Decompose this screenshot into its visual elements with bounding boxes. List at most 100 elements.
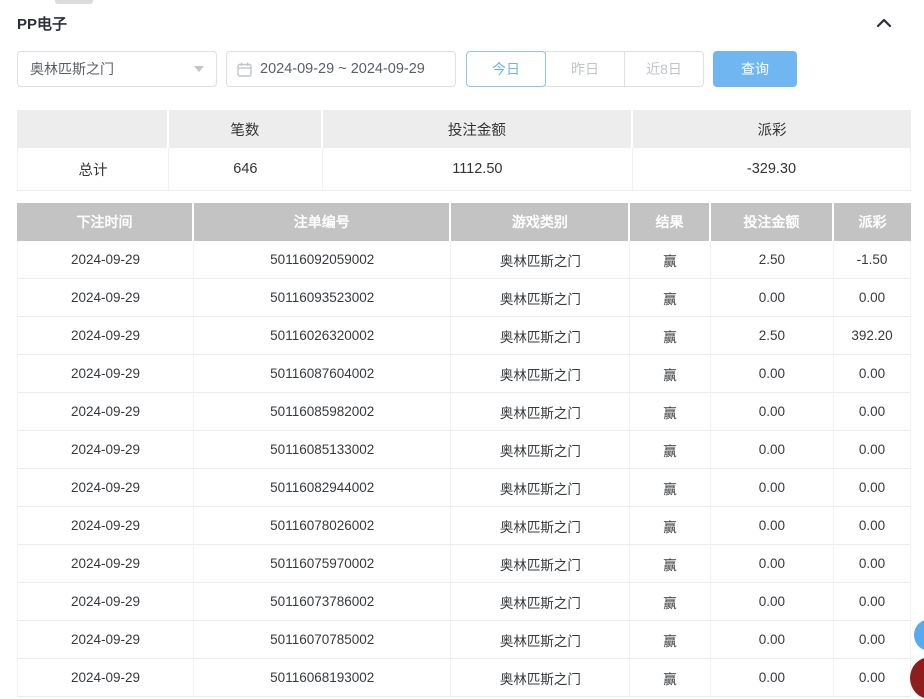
order-number-cell: 50116070785002 [194,621,452,659]
date-range-value: 2024-09-29 ~ 2024-09-29 [260,61,425,77]
game-name-cell: 奥林匹斯之门 [451,317,631,355]
bet-amount-cell: 2.50 [710,317,835,355]
game-name-cell: 奥林匹斯之门 [451,507,631,545]
table-row: 2024-09-29 50116026320002 奥林匹斯之门 赢 2.50 … [17,317,911,355]
payout-cell: 0.00 [834,583,911,621]
bet-date-cell: 2024-09-29 [17,241,194,279]
yesterday-button[interactable]: 昨日 [545,51,625,87]
result-cell: 赢 [630,431,711,469]
result-cell: 赢 [630,659,711,697]
result-cell: 赢 [630,621,711,659]
summary-table: 笔数 投注金额 派彩 总计 646 1112.50 -329.30 [17,110,911,191]
game-select-value: 奥林匹斯之门 [30,61,114,77]
payout-cell: 0.00 [834,545,911,583]
result-cell: 赢 [630,241,711,279]
payout-cell: 0.00 [834,469,911,507]
game-name-cell: 奥林匹斯之门 [451,659,631,697]
bet-amount-cell: 0.00 [710,583,835,621]
summary-header-payout: 派彩 [632,110,911,148]
order-number-cell: 50116082944002 [194,469,452,507]
table-row: 2024-09-29 50116070785002 奥林匹斯之门 赢 0.00 … [17,621,911,659]
order-number-cell: 50116087604002 [194,355,452,393]
order-number-cell: 50116075970002 [194,545,452,583]
order-number-cell: 50116093523002 [194,279,452,317]
header-order-number: 注单编号 [194,203,452,241]
table-row: 2024-09-29 50116087604002 奥林匹斯之门 赢 0.00 … [17,355,911,393]
table-row: 2024-09-29 50116075970002 奥林匹斯之门 赢 0.00 … [17,545,911,583]
last-8-days-button[interactable]: 近8日 [624,51,704,87]
calendar-icon [237,62,252,77]
game-select[interactable]: 奥林匹斯之门 [17,51,217,87]
bet-date-cell: 2024-09-29 [17,545,194,583]
order-number-cell: 50116068193002 [194,659,452,697]
payout-cell: -1.50 [834,241,911,279]
table-row: 2024-09-29 50116092059002 奥林匹斯之门 赢 2.50 … [17,241,911,279]
bet-amount-cell: 2.50 [710,241,835,279]
summary-header-row: 笔数 投注金额 派彩 [17,110,911,148]
query-button[interactable]: 查询 [713,51,797,87]
bet-date-cell: 2024-09-29 [17,355,194,393]
payout-cell: 0.00 [834,621,911,659]
order-number-cell: 50116085133002 [194,431,452,469]
payout-cell: 392.20 [834,317,911,355]
bet-amount-cell: 0.00 [710,507,835,545]
page-title: PP电子 [17,15,68,33]
bet-date-cell: 2024-09-29 [17,659,194,697]
panel-header: PP电子 [17,10,911,36]
result-cell: 赢 [630,393,711,431]
header-result: 结果 [630,203,711,241]
today-button[interactable]: 今日 [466,51,546,87]
bet-amount-cell: 0.00 [710,393,835,431]
order-number-cell: 50116073786002 [194,583,452,621]
order-number-cell: 50116026320002 [194,317,452,355]
summary-header-count: 笔数 [168,110,323,148]
table-row: 2024-09-29 50116073786002 奥林匹斯之门 赢 0.00 … [17,583,911,621]
result-cell: 赢 [630,469,711,507]
bet-amount-cell: 0.00 [710,469,835,507]
result-cell: 赢 [630,279,711,317]
game-name-cell: 奥林匹斯之门 [451,431,631,469]
order-number-cell: 50116085982002 [194,393,452,431]
table-row: 2024-09-29 50116093523002 奥林匹斯之门 赢 0.00 … [17,279,911,317]
payout-cell: 0.00 [834,279,911,317]
header-bet-amount: 投注金额 [710,203,835,241]
bet-amount-cell: 0.00 [710,431,835,469]
filter-bar: 奥林匹斯之门 2024-09-29 ~ 2024-09-29 今日 昨日 近8日… [17,51,911,87]
header-payout: 派彩 [834,203,911,241]
game-name-cell: 奥林匹斯之门 [451,241,631,279]
result-cell: 赢 [630,545,711,583]
game-name-cell: 奥林匹斯之门 [451,355,631,393]
table-row: 2024-09-29 50116068193002 奥林匹斯之门 赢 0.00 … [17,659,911,697]
bet-date-cell: 2024-09-29 [17,469,194,507]
bet-amount-cell: 0.00 [710,659,835,697]
game-name-cell: 奥林匹斯之门 [451,393,631,431]
game-name-cell: 奥林匹斯之门 [451,545,631,583]
chevron-down-icon [194,66,204,72]
bet-date-cell: 2024-09-29 [17,431,194,469]
chevron-up-icon [876,17,892,29]
order-number-cell: 50116078026002 [194,507,452,545]
result-cell: 赢 [630,317,711,355]
date-range-input[interactable]: 2024-09-29 ~ 2024-09-29 [226,51,456,87]
summary-total-row: 总计 646 1112.50 -329.30 [17,148,911,191]
quick-date-button-group: 今日 昨日 近8日 [466,51,704,87]
summary-total-payout: -329.30 [632,148,911,191]
bet-date-cell: 2024-09-29 [17,317,194,355]
summary-total-bet-amount: 1112.50 [322,148,633,191]
bet-date-cell: 2024-09-29 [17,279,194,317]
payout-cell: 0.00 [834,431,911,469]
game-name-cell: 奥林匹斯之门 [451,621,631,659]
table-row: 2024-09-29 50116085982002 奥林匹斯之门 赢 0.00 … [17,393,911,431]
bet-records-table: 下注时间 注单编号 游戏类别 结果 投注金额 派彩 2024-09-29 501… [17,203,911,697]
collapse-panel-button[interactable] [873,14,895,32]
result-cell: 赢 [630,583,711,621]
header-bet-time: 下注时间 [17,203,194,241]
table-row: 2024-09-29 50116085133002 奥林匹斯之门 赢 0.00 … [17,431,911,469]
bet-amount-cell: 0.00 [710,621,835,659]
bet-date-cell: 2024-09-29 [17,507,194,545]
bet-date-cell: 2024-09-29 [17,583,194,621]
bet-amount-cell: 0.00 [710,279,835,317]
bet-amount-cell: 0.00 [710,355,835,393]
bet-amount-cell: 0.00 [710,545,835,583]
summary-header-bet-amount: 投注金额 [322,110,633,148]
